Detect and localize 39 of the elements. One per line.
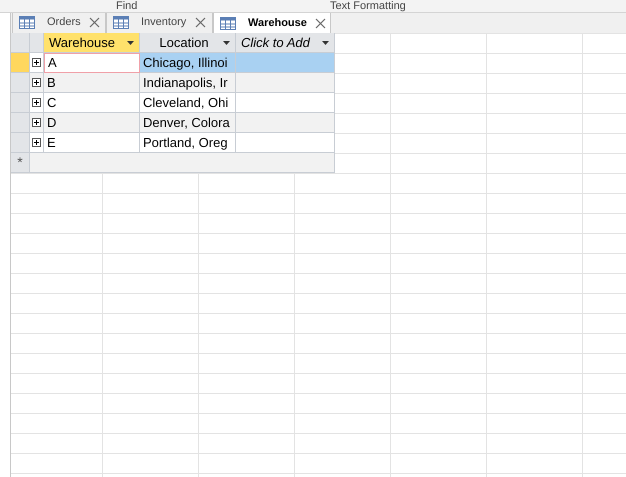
- table-cell[interactable]: Portland, Oreg: [140, 133, 236, 153]
- ribbon-group-label: Find: [116, 0, 138, 12]
- table-cell[interactable]: [236, 133, 335, 153]
- table-cell[interactable]: Cleveland, Ohi: [140, 93, 236, 113]
- dropdown-caret-icon[interactable]: [322, 40, 329, 44]
- select-all-corner[interactable]: [11, 33, 30, 53]
- table-cell[interactable]: Chicago, Illinoi: [140, 53, 236, 73]
- dropdown-caret-icon[interactable]: [127, 40, 134, 44]
- column-header[interactable]: Location: [140, 33, 236, 53]
- new-record-row[interactable]: [30, 153, 335, 173]
- expand-icon[interactable]: [32, 78, 41, 87]
- document-tab[interactable]: Orders: [12, 11, 106, 33]
- table-cell[interactable]: [236, 93, 335, 113]
- close-icon[interactable]: [88, 17, 100, 28]
- new-record-marker: *: [11, 153, 30, 173]
- table-cell[interactable]: [236, 53, 335, 73]
- table-cell[interactable]: Indianapolis, Ir: [140, 73, 236, 93]
- table-cell[interactable]: D: [44, 113, 140, 133]
- close-icon[interactable]: [195, 17, 206, 28]
- dropdown-caret-icon[interactable]: [223, 40, 230, 44]
- expand-icon[interactable]: [32, 118, 41, 127]
- close-icon[interactable]: [314, 18, 326, 28]
- table-icon: [220, 16, 236, 30]
- table-icon: [19, 16, 35, 29]
- column-header[interactable]: Click to Add: [236, 33, 335, 53]
- table-cell[interactable]: A: [44, 53, 140, 73]
- expand-icon[interactable]: [32, 58, 41, 67]
- table-cell[interactable]: Denver, Colora: [140, 113, 236, 133]
- column-header[interactable]: Warehouse: [44, 33, 140, 53]
- expand-icon[interactable]: [32, 138, 41, 147]
- table-cell[interactable]: [236, 73, 335, 93]
- table-cell[interactable]: C: [44, 93, 140, 113]
- table-cell[interactable]: E: [44, 133, 140, 153]
- document-tab[interactable]: Inventory: [106, 11, 213, 33]
- table-icon: [113, 16, 129, 29]
- table-cell[interactable]: [236, 113, 335, 133]
- ribbon-group-label: Text Formatting: [330, 0, 406, 12]
- expand-icon[interactable]: [32, 98, 41, 107]
- table-cell[interactable]: B: [44, 73, 140, 93]
